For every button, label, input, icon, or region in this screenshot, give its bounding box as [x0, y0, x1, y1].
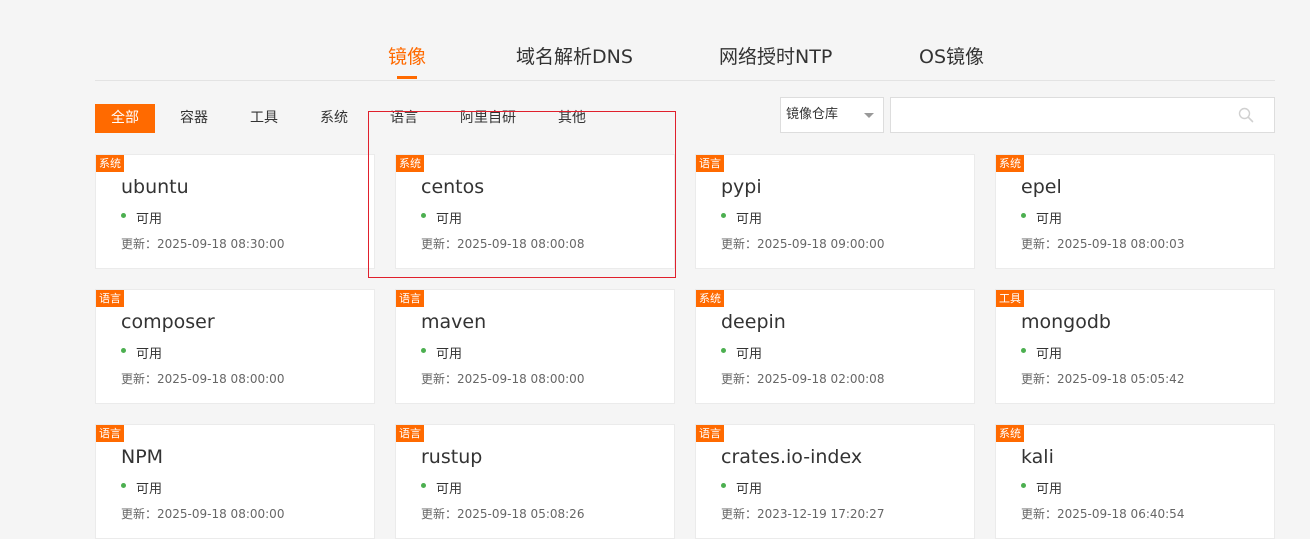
filter-alibaba[interactable]: 阿里自研 [460, 104, 516, 133]
mirror-name[interactable]: deepin [721, 311, 786, 333]
category-badge: 语言 [696, 155, 724, 172]
filter-container[interactable]: 容器 [180, 104, 208, 133]
category-badge: 语言 [96, 290, 124, 307]
mirror-name[interactable]: NPM [121, 446, 163, 468]
repo-type-select[interactable]: 镜像仓库 [780, 97, 884, 133]
status-dot-icon [1021, 213, 1026, 218]
category-badge: 系统 [996, 155, 1024, 172]
status-dot-icon [421, 483, 426, 488]
mirror-name[interactable]: rustup [421, 446, 482, 468]
search-icon[interactable] [1238, 107, 1254, 123]
mirror-card-pypi[interactable]: 语言 pypi 可用更新：2025-09-18 09:00:00 [695, 154, 975, 269]
status-text: 可用 [436, 212, 463, 227]
update-time: 更新：2025-09-18 08:30:00 [121, 237, 285, 251]
status-dot-icon [721, 348, 726, 353]
update-time: 更新：2025-09-18 08:00:03 [1021, 237, 1185, 251]
status-text: 可用 [736, 212, 763, 227]
update-time: 更新：2025-09-18 05:08:26 [421, 507, 585, 521]
update-time: 更新：2023-12-19 17:20:27 [721, 507, 885, 521]
update-time: 更新：2025-09-18 08:00:00 [421, 372, 585, 386]
filter-all[interactable]: 全部 [95, 104, 155, 133]
tab-os-mirror[interactable]: OS镜像 [919, 42, 984, 69]
mirror-name[interactable]: kali [1021, 446, 1054, 468]
category-badge: 语言 [696, 425, 724, 442]
top-tab-bar: 镜像 域名解析DNS 网络授时NTP OS镜像 [95, 0, 1275, 81]
tab-ntp[interactable]: 网络授时NTP [719, 42, 832, 69]
mirror-card-ubuntu[interactable]: 系统 ubuntu 可用更新：2025-09-18 08:30:00 [95, 154, 375, 269]
mirror-card-composer[interactable]: 语言 composer 可用更新：2025-09-18 08:00:00 [95, 289, 375, 404]
category-badge: 语言 [396, 290, 424, 307]
mirror-card-centos[interactable]: 系统 centos 可用更新：2025-09-18 08:00:08 [395, 154, 675, 269]
status-text: 可用 [1036, 347, 1063, 362]
filter-tools[interactable]: 工具 [250, 104, 278, 133]
status-text: 可用 [736, 347, 763, 362]
update-time: 更新：2025-09-18 02:00:08 [721, 372, 885, 386]
mirror-name[interactable]: centos [421, 176, 484, 198]
mirror-name[interactable]: pypi [721, 176, 762, 198]
mirror-card-deepin[interactable]: 系统 deepin 可用更新：2025-09-18 02:00:08 [695, 289, 975, 404]
active-tab-indicator [397, 76, 417, 79]
mirror-name[interactable]: crates.io-index [721, 446, 862, 468]
category-badge: 语言 [396, 425, 424, 442]
mirror-name[interactable]: maven [421, 311, 486, 333]
status-dot-icon [421, 348, 426, 353]
mirror-card-kali[interactable]: 系统 kali 可用更新：2025-09-18 06:40:54 [995, 424, 1275, 539]
category-badge: 语言 [96, 425, 124, 442]
mirror-card-rustup[interactable]: 语言 rustup 可用更新：2025-09-18 05:08:26 [395, 424, 675, 539]
status-dot-icon [121, 348, 126, 353]
status-text: 可用 [436, 482, 463, 497]
category-badge: 工具 [996, 290, 1024, 307]
filter-other[interactable]: 其他 [558, 104, 586, 133]
update-time: 更新：2025-09-18 08:00:08 [421, 237, 585, 251]
update-time: 更新：2025-09-18 08:00:00 [121, 372, 285, 386]
status-text: 可用 [1036, 482, 1063, 497]
search-box [890, 97, 1275, 133]
tab-mirror[interactable]: 镜像 [388, 42, 426, 69]
filter-language[interactable]: 语言 [390, 104, 418, 133]
category-badge: 系统 [96, 155, 124, 172]
update-time: 更新：2025-09-18 08:00:00 [121, 507, 285, 521]
mirror-card-maven[interactable]: 语言 maven 可用更新：2025-09-18 08:00:00 [395, 289, 675, 404]
category-badge: 系统 [996, 425, 1024, 442]
status-dot-icon [121, 483, 126, 488]
status-text: 可用 [136, 212, 163, 227]
status-text: 可用 [436, 347, 463, 362]
status-text: 可用 [136, 347, 163, 362]
status-text: 可用 [736, 482, 763, 497]
update-time: 更新：2025-09-18 06:40:54 [1021, 507, 1185, 521]
mirror-name[interactable]: epel [1021, 176, 1062, 198]
category-badge: 系统 [396, 155, 424, 172]
repo-type-select-value: 镜像仓库 [786, 107, 839, 122]
mirror-card-epel[interactable]: 系统 epel 可用更新：2025-09-18 08:00:03 [995, 154, 1275, 269]
mirror-card-mongodb[interactable]: 工具 mongodb 可用更新：2025-09-18 05:05:42 [995, 289, 1275, 404]
tab-dns[interactable]: 域名解析DNS [516, 42, 633, 69]
filter-system[interactable]: 系统 [320, 104, 348, 133]
status-text: 可用 [1036, 212, 1063, 227]
chevron-down-icon [864, 113, 874, 118]
mirror-card-crates-io-index[interactable]: 语言 crates.io-index 可用更新：2023-12-19 17:20:2… [695, 424, 975, 539]
mirror-name[interactable]: composer [121, 311, 215, 333]
status-text: 可用 [136, 482, 163, 497]
status-dot-icon [1021, 483, 1026, 488]
mirror-card-npm[interactable]: 语言 NPM 可用更新：2025-09-18 08:00:00 [95, 424, 375, 539]
status-dot-icon [721, 213, 726, 218]
status-dot-icon [421, 213, 426, 218]
status-dot-icon [721, 483, 726, 488]
mirror-name[interactable]: ubuntu [121, 176, 189, 198]
status-dot-icon [1021, 348, 1026, 353]
mirror-name[interactable]: mongodb [1021, 311, 1111, 333]
search-input[interactable] [899, 99, 1233, 133]
status-dot-icon [121, 213, 126, 218]
update-time: 更新：2025-09-18 09:00:00 [721, 237, 885, 251]
update-time: 更新：2025-09-18 05:05:42 [1021, 372, 1185, 386]
category-badge: 系统 [696, 290, 724, 307]
